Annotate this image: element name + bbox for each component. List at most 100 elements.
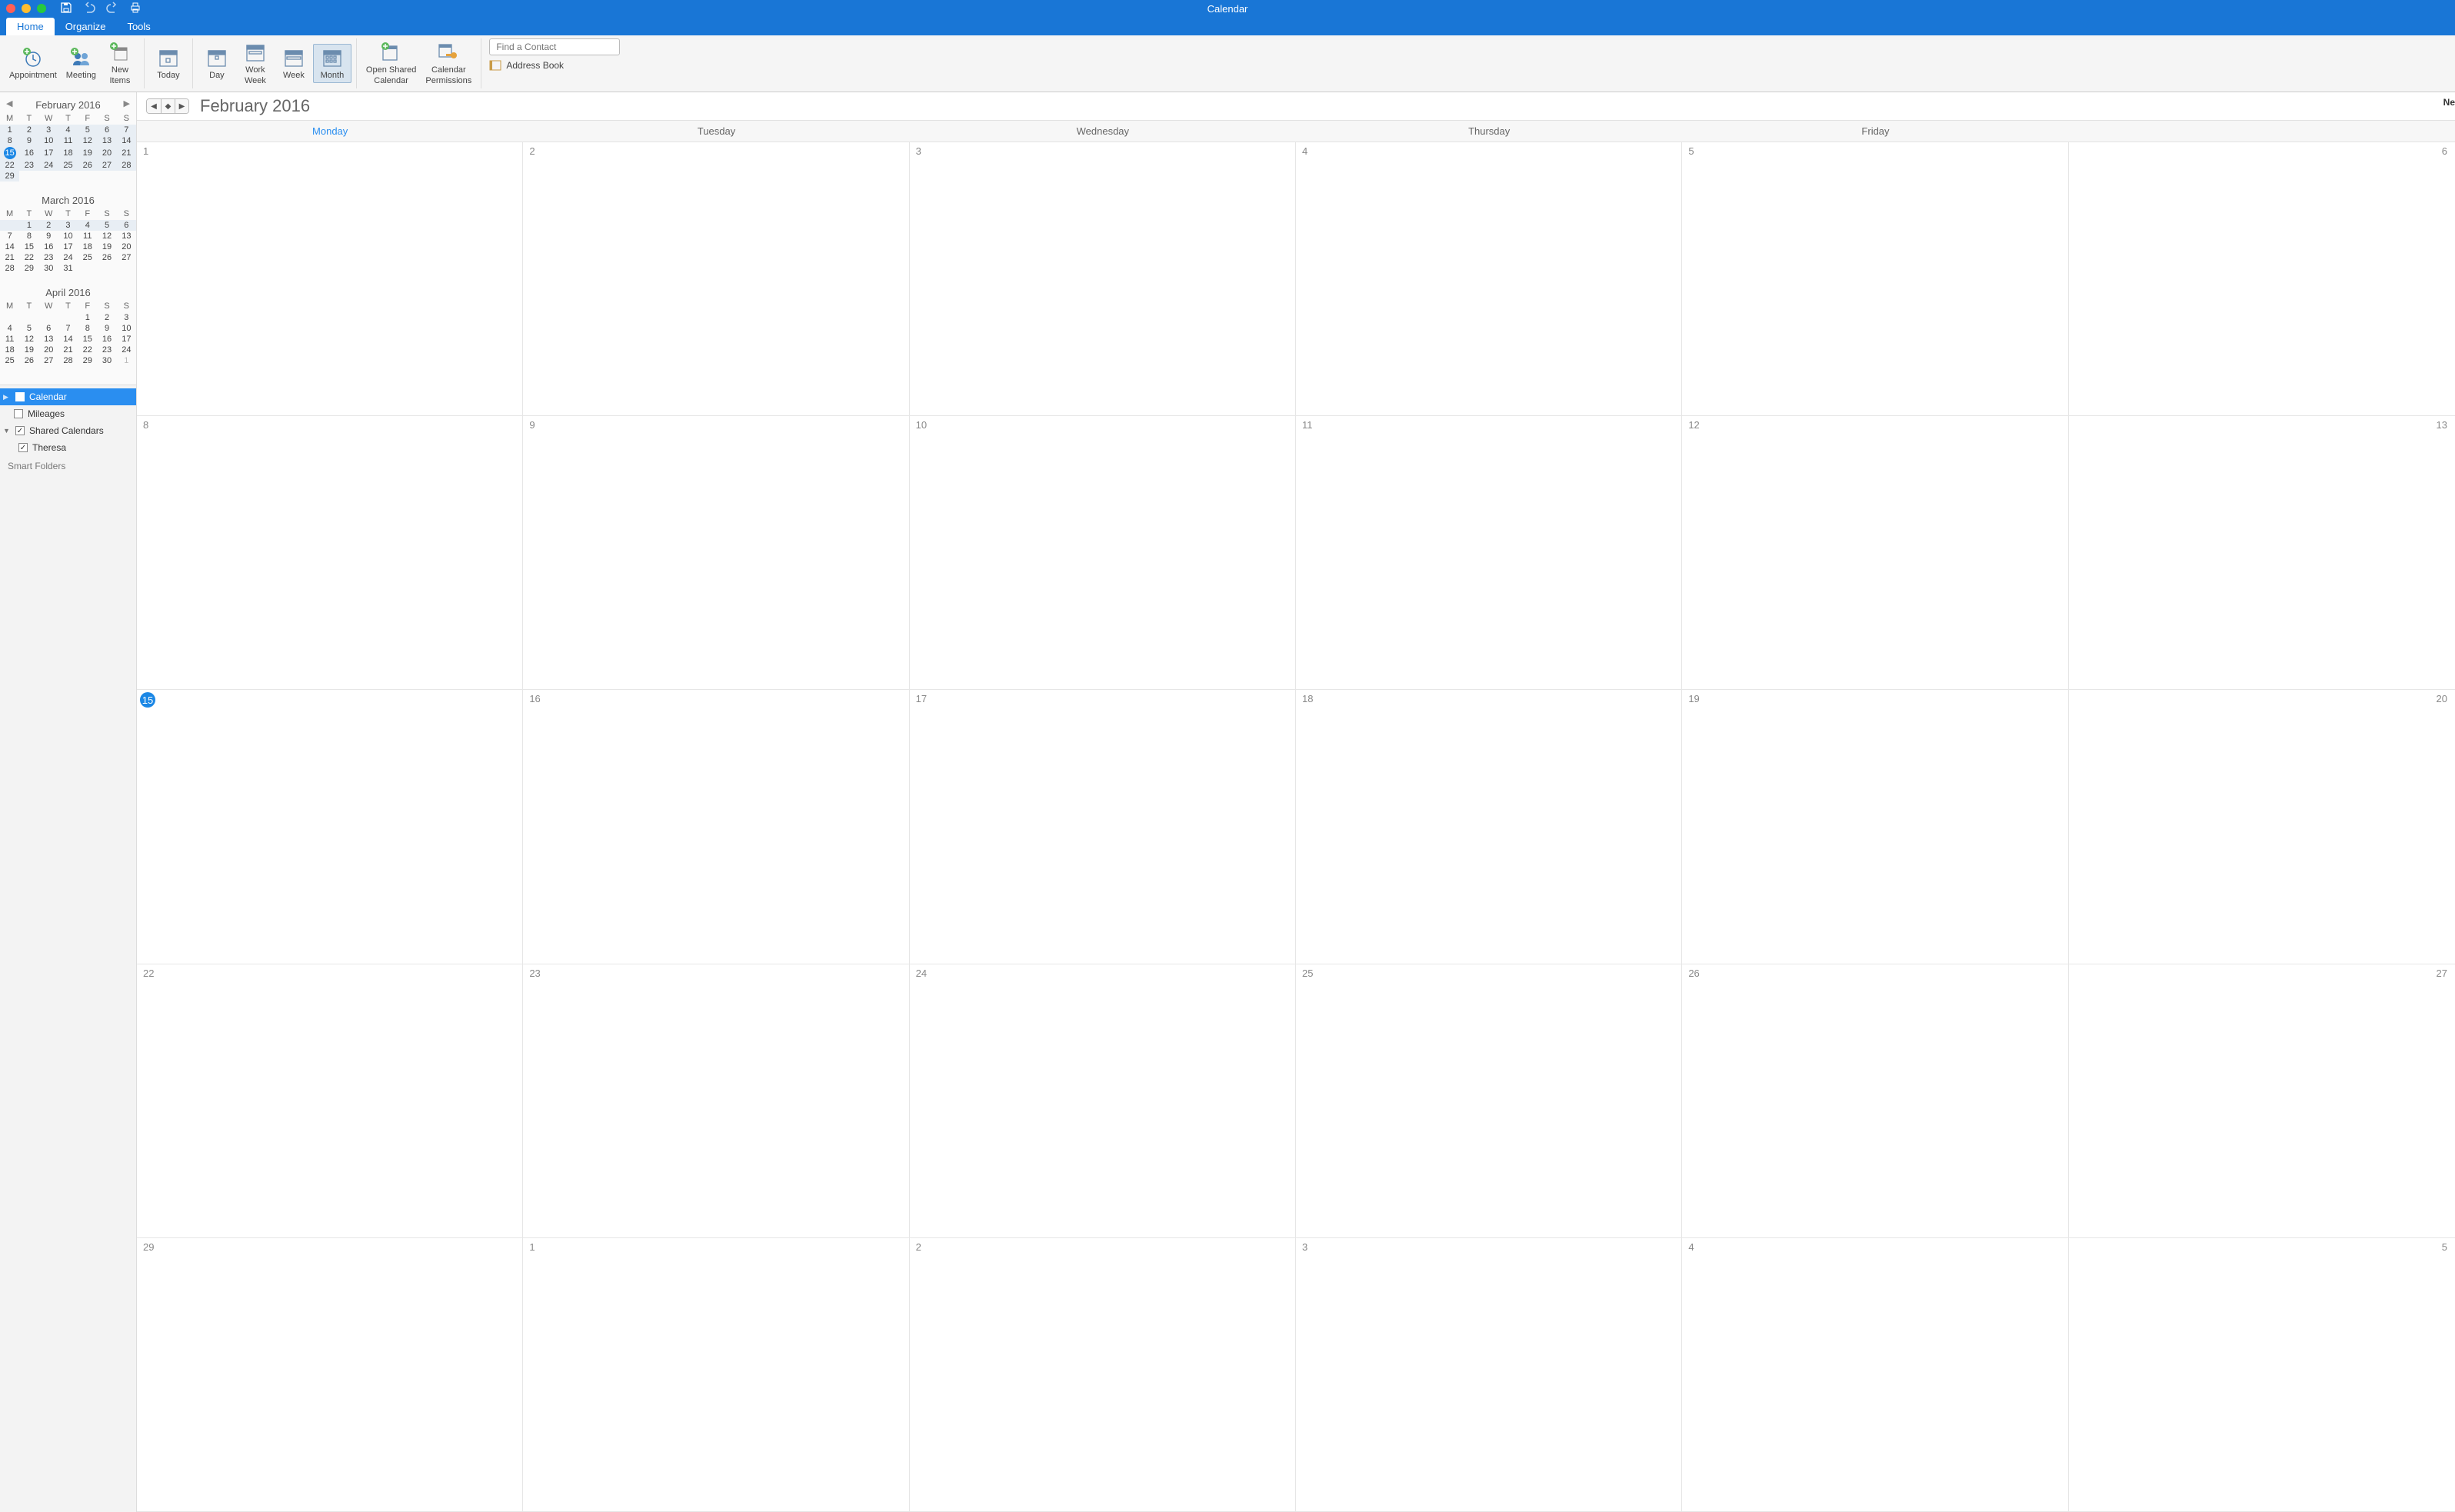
calendar-cell[interactable]: 13 [2069, 416, 2455, 690]
tree-item-mileages[interactable]: Mileages [0, 405, 136, 422]
calendar-cell[interactable]: 12 [1682, 416, 2068, 690]
minical-day[interactable]: 14 [0, 241, 19, 252]
minical-day[interactable] [58, 312, 78, 323]
minical-day[interactable] [19, 312, 38, 323]
minical-day[interactable]: 24 [58, 252, 78, 263]
minical-day[interactable]: 17 [58, 241, 78, 252]
tab-home[interactable]: Home [6, 18, 55, 35]
calendar-cell[interactable]: 6 [2069, 142, 2455, 416]
calendar-cell[interactable]: 20 [2069, 690, 2455, 964]
calendar-cell[interactable]: 5 [1682, 142, 2068, 416]
calendar-cell[interactable]: 5 [2069, 1238, 2455, 1512]
minical-day[interactable]: 26 [19, 355, 38, 366]
minical-day[interactable]: 6 [39, 323, 58, 334]
minical-day[interactable]: 30 [39, 263, 58, 274]
mini-calendar[interactable]: ◀February 2016▶MTWTFSS123456789101112131… [0, 97, 136, 182]
tree-item-shared-calendars[interactable]: ▼ ✓ Shared Calendars [0, 422, 136, 439]
nav-today-button[interactable]: ◆ [161, 99, 175, 113]
minical-day[interactable]: 4 [78, 220, 97, 231]
calendar-cell[interactable]: 8 [137, 416, 523, 690]
minical-day[interactable]: 13 [117, 231, 136, 241]
minical-day[interactable]: 1 [19, 220, 38, 231]
minical-day[interactable]: 28 [0, 263, 19, 274]
minical-day[interactable]: 18 [0, 345, 19, 355]
minical-day[interactable]: 20 [97, 146, 116, 160]
calendar-cell[interactable]: 10 [910, 416, 1296, 690]
minical-day[interactable] [78, 171, 97, 182]
minical-day[interactable]: 29 [0, 171, 19, 182]
appointment-button[interactable]: Appointment [5, 45, 62, 82]
calendar-cell[interactable]: 25 [1296, 964, 1682, 1238]
tree-item-theresa[interactable]: ✓ Theresa [0, 439, 136, 456]
minical-day[interactable]: 14 [58, 334, 78, 345]
minical-day[interactable]: 28 [117, 160, 136, 171]
undo-icon[interactable] [83, 2, 95, 16]
calendar-cell[interactable]: 3 [1296, 1238, 1682, 1512]
minical-day[interactable]: 15 [78, 334, 97, 345]
minical-day[interactable]: 8 [78, 323, 97, 334]
minical-day[interactable]: 19 [19, 345, 38, 355]
minical-day[interactable]: 17 [39, 146, 58, 160]
minical-day[interactable]: 21 [0, 252, 19, 263]
minical-day[interactable]: 9 [39, 231, 58, 241]
minical-day[interactable]: 13 [39, 334, 58, 345]
minical-day[interactable]: 12 [78, 135, 97, 146]
minimize-window-button[interactable] [22, 4, 31, 13]
minical-day[interactable] [39, 171, 58, 182]
mini-calendar[interactable]: April 2016MTWTFSS12345678910111213141516… [0, 285, 136, 366]
minical-day[interactable]: 12 [19, 334, 38, 345]
calendar-cell[interactable]: 24 [910, 964, 1296, 1238]
new-items-button[interactable]: New Items [101, 39, 139, 87]
minical-day[interactable]: 1 [0, 125, 19, 135]
calendar-cell[interactable]: 1 [523, 1238, 909, 1512]
calendar-cell[interactable]: 11 [1296, 416, 1682, 690]
zoom-window-button[interactable] [37, 4, 46, 13]
minical-day[interactable]: 23 [39, 252, 58, 263]
calendar-cell[interactable]: 26 [1682, 964, 2068, 1238]
minical-day[interactable]: 18 [78, 241, 97, 252]
minical-day[interactable]: 9 [97, 323, 116, 334]
minical-day[interactable]: 6 [97, 125, 116, 135]
minical-day[interactable]: 16 [19, 146, 38, 160]
calendar-cell[interactable]: 22 [137, 964, 523, 1238]
minical-day[interactable]: 8 [0, 135, 19, 146]
minical-day[interactable] [117, 171, 136, 182]
minical-day[interactable]: 11 [78, 231, 97, 241]
close-window-button[interactable] [6, 4, 15, 13]
minical-day[interactable]: 14 [117, 135, 136, 146]
redo-icon[interactable] [106, 2, 118, 16]
minical-day[interactable]: 2 [19, 125, 38, 135]
open-shared-calendar-button[interactable]: Open Shared Calendar [361, 39, 421, 87]
work-week-view-button[interactable]: Work Week [236, 39, 275, 87]
minical-day[interactable] [58, 171, 78, 182]
minical-day[interactable]: 11 [0, 334, 19, 345]
minical-day[interactable]: 15 [0, 146, 19, 160]
minical-day[interactable]: 3 [39, 125, 58, 135]
calendar-cell[interactable]: 2 [910, 1238, 1296, 1512]
minical-day[interactable]: 20 [117, 241, 136, 252]
find-contact-input[interactable] [489, 38, 620, 55]
calendar-cell[interactable]: 29 [137, 1238, 523, 1512]
week-view-button[interactable]: Week [275, 45, 313, 82]
minical-day[interactable]: 24 [39, 160, 58, 171]
minical-day[interactable]: 25 [78, 252, 97, 263]
checkbox-icon[interactable] [15, 392, 25, 401]
minical-day[interactable] [0, 220, 19, 231]
minical-day[interactable]: 21 [117, 146, 136, 160]
minical-day[interactable]: 10 [117, 323, 136, 334]
tab-tools[interactable]: Tools [116, 18, 161, 35]
minical-day[interactable]: 22 [19, 252, 38, 263]
minical-day[interactable]: 9 [19, 135, 38, 146]
minical-day[interactable] [78, 263, 97, 274]
minical-next-button[interactable]: ▶ [124, 98, 130, 108]
calendar-cell[interactable]: 19 [1682, 690, 2068, 964]
calendar-cell[interactable]: 17 [910, 690, 1296, 964]
minical-day[interactable]: 25 [58, 160, 78, 171]
minical-day[interactable]: 5 [97, 220, 116, 231]
minical-day[interactable]: 28 [58, 355, 78, 366]
minical-day[interactable]: 16 [97, 334, 116, 345]
minical-day[interactable]: 22 [0, 160, 19, 171]
minical-day[interactable]: 3 [58, 220, 78, 231]
minical-day[interactable]: 2 [39, 220, 58, 231]
minical-day[interactable]: 15 [19, 241, 38, 252]
